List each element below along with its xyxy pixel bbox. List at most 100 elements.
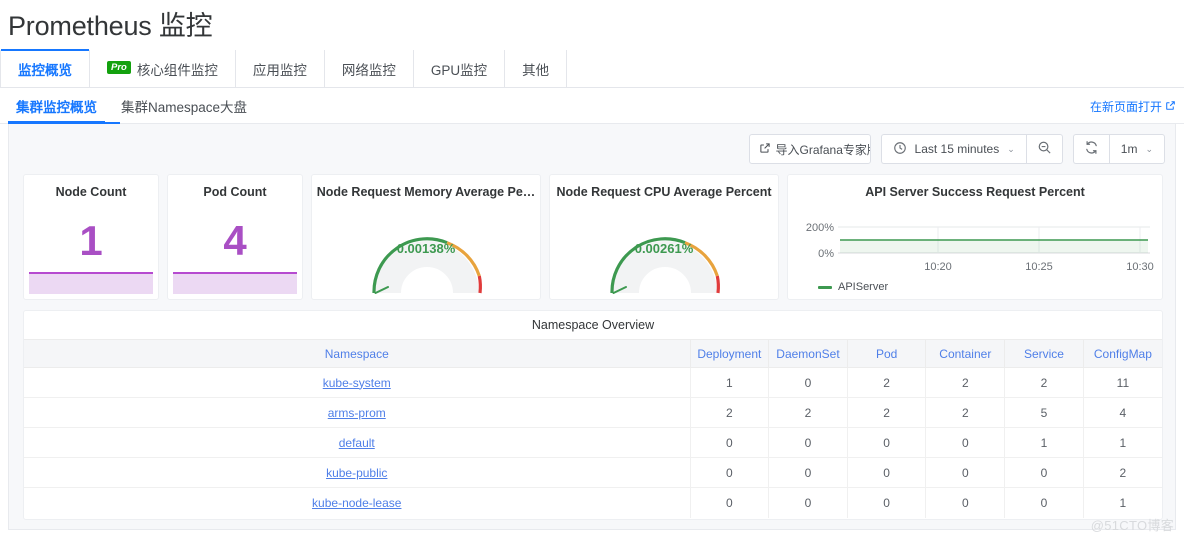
cell-configmap: 1	[1082, 487, 1162, 518]
zoom-out-icon	[1037, 140, 1052, 158]
time-range-label: Last 15 minutes	[914, 142, 1000, 156]
time-range-picker[interactable]: Last 15 minutes ⌄	[880, 134, 1026, 164]
cpu-gauge-value: 0.00261%	[634, 241, 694, 256]
panel-api-server: API Server Success Request Percent 200% …	[787, 174, 1163, 300]
import-grafana-button[interactable]: 导入Grafana专家版	[748, 134, 871, 164]
y-tick-0: 0%	[818, 248, 834, 260]
subtab-label: 集群监控概览	[16, 99, 97, 115]
table-title: Namespace Overview	[531, 318, 655, 332]
x-tick-3: 10:30	[1126, 261, 1154, 273]
panel-title: Node Count	[55, 185, 127, 199]
panel-namespace-overview: Namespace Overview Namespace Deployment …	[23, 310, 1163, 520]
panel-title: Pod Count	[203, 185, 267, 199]
cell-service: 0	[1004, 457, 1084, 488]
zoom-out-button[interactable]	[1025, 134, 1063, 164]
tab-label: GPU监控	[430, 62, 488, 78]
panel-node-count: Node Count 1	[23, 174, 159, 300]
table-row: kube-system 1 0 2 2 2 11	[24, 367, 1162, 398]
col-header-configmap[interactable]: ConfigMap	[1082, 339, 1162, 368]
cell-namespace: kube-system	[24, 367, 690, 398]
tab-other[interactable]: 其他	[505, 50, 568, 87]
table-row: kube-public 0 0 0 0 0 2	[24, 457, 1162, 488]
cell-deployment: 0	[689, 457, 769, 488]
node-count-sparkbar	[29, 272, 153, 294]
col-header-daemonset[interactable]: DaemonSet	[768, 339, 848, 368]
secondary-tabbar: 集群监控概览 集群Namespace大盘	[0, 88, 1184, 124]
namespace-link[interactable]: arms-prom	[328, 406, 386, 420]
cell-pod: 0	[846, 487, 926, 518]
namespace-link[interactable]: kube-system	[323, 376, 391, 390]
x-tick-2: 10:25	[1025, 261, 1053, 273]
refresh-interval-picker[interactable]: 1m ⌄	[1108, 134, 1165, 164]
table-row: kube-node-lease 0 0 0 0 0 1	[24, 487, 1162, 518]
chevron-down-icon: ⌄	[1007, 143, 1015, 154]
subtab-cluster-overview[interactable]: 集群监控概览	[8, 88, 105, 123]
memory-gauge-value: 0.00138%	[396, 241, 456, 256]
external-link-icon	[1165, 100, 1176, 114]
cell-daemonset: 0	[768, 457, 848, 488]
tab-gpu-monitoring[interactable]: GPU监控	[414, 50, 506, 87]
clock-icon	[893, 141, 907, 158]
col-header-namespace[interactable]: Namespace	[24, 339, 690, 368]
import-grafana-label: 导入Grafana专家版	[775, 142, 871, 157]
x-tick-1: 10:20	[924, 261, 952, 273]
cell-namespace: kube-node-lease	[24, 488, 690, 518]
legend-label-apiserver: APIServer	[838, 281, 889, 293]
api-server-chart: 200% 0% 10:20 10:25 10:30 APIServer	[788, 205, 1162, 299]
external-link-icon	[759, 142, 771, 157]
panel-node-request-cpu: Node Request CPU Average Percent 0.00261…	[549, 174, 779, 300]
cell-pod: 2	[846, 367, 926, 398]
cell-configmap: 4	[1082, 397, 1162, 428]
namespace-link[interactable]: kube-node-lease	[312, 496, 401, 510]
cell-container: 0	[925, 487, 1005, 518]
panel-pod-count: Pod Count 4	[167, 174, 303, 300]
cell-configmap: 1	[1082, 427, 1162, 458]
node-count-value: 1	[79, 217, 103, 264]
dashboard-toolbar: 导入Grafana专家版 Last 15 minutes ⌄ 1m ⌄	[748, 134, 1165, 164]
tab-label: 网络监控	[341, 62, 396, 78]
table-row: arms-prom 2 2 2 2 5 4	[24, 397, 1162, 428]
prometheus-monitoring-page: Prometheus 监控 监控概览 Pro 核心组件监控 应用监控 网络监控 …	[0, 0, 1184, 538]
open-in-new-page-link[interactable]: 在新页面打开	[1090, 98, 1176, 115]
tab-monitoring-overview[interactable]: 监控概览	[0, 49, 90, 87]
cell-daemonset: 0	[768, 427, 848, 458]
subtab-cluster-namespace[interactable]: 集群Namespace大盘	[113, 88, 255, 123]
cell-service: 2	[1004, 367, 1084, 398]
col-header-deployment[interactable]: Deployment	[689, 339, 769, 368]
primary-tabbar: 监控概览 Pro 核心组件监控 应用监控 网络监控 GPU监控 其他	[0, 49, 1184, 88]
dashboard-canvas: 导入Grafana专家版 Last 15 minutes ⌄ 1m ⌄ Node…	[8, 124, 1176, 530]
col-header-service[interactable]: Service	[1004, 339, 1084, 368]
cell-service: 1	[1004, 427, 1084, 458]
tab-label: 核心组件监控	[136, 62, 218, 78]
cell-pod: 2	[846, 397, 926, 428]
cell-service: 5	[1004, 397, 1084, 428]
tab-application-monitoring[interactable]: 应用监控	[236, 50, 325, 87]
col-header-container[interactable]: Container	[925, 339, 1005, 368]
cell-daemonset: 0	[768, 367, 848, 398]
cell-deployment: 0	[689, 487, 769, 518]
refresh-interval-label: 1m	[1120, 142, 1138, 156]
chart-legend[interactable]: APIServer	[818, 281, 888, 293]
cell-daemonset: 0	[768, 487, 848, 518]
col-header-pod[interactable]: Pod	[846, 339, 926, 368]
tab-core-components[interactable]: Pro 核心组件监控	[90, 50, 236, 87]
pod-count-sparkbar	[173, 272, 297, 294]
cell-namespace: kube-public	[24, 457, 690, 488]
cell-daemonset: 2	[768, 397, 848, 428]
namespace-link[interactable]: default	[339, 436, 375, 450]
cell-service: 0	[1004, 487, 1084, 518]
cell-namespace: default	[24, 427, 690, 458]
refresh-button[interactable]	[1072, 134, 1109, 164]
refresh-icon	[1084, 140, 1099, 158]
refresh-controls-group: 1m ⌄	[1072, 134, 1165, 164]
table-header-row: Namespace Deployment DaemonSet Pod Conta…	[24, 339, 1162, 368]
cell-pod: 0	[846, 427, 926, 458]
tab-label: 其他	[522, 62, 550, 78]
cell-deployment: 0	[689, 427, 769, 458]
tab-label: 应用监控	[252, 62, 307, 78]
tab-network-monitoring[interactable]: 网络监控	[325, 50, 414, 87]
legend-swatch-apiserver	[818, 285, 832, 289]
namespace-link[interactable]: kube-public	[326, 466, 387, 480]
page-title: Prometheus 监控	[8, 11, 213, 41]
cell-container: 0	[925, 457, 1005, 488]
